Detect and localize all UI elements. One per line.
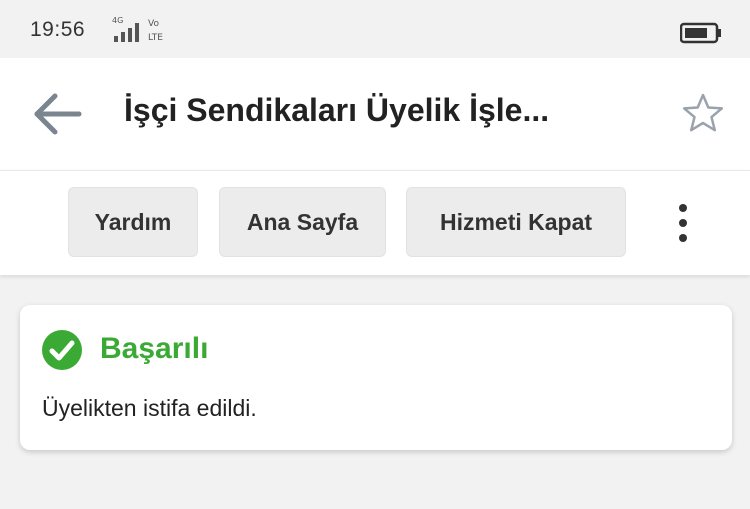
status-bar: 19:56 4G Vo LTE	[0, 0, 750, 58]
action-toolbar: Yardım Ana Sayfa Hizmeti Kapat	[0, 170, 750, 275]
svg-text:4G: 4G	[112, 16, 123, 25]
success-message: Üyelikten istifa edildi.	[42, 395, 257, 421]
home-button[interactable]: Ana Sayfa	[219, 187, 386, 257]
battery-icon	[680, 22, 721, 44]
page-title: İşçi Sendikaları Üyelik İşle...	[124, 92, 550, 128]
app-bar: İşçi Sendikaları Üyelik İşle...	[0, 58, 750, 170]
help-button[interactable]: Yardım	[68, 187, 198, 257]
signal-bars-icon: 4G Vo LTE	[112, 16, 163, 43]
status-time: 19:56	[30, 18, 86, 41]
network-type-label: LTE	[148, 33, 163, 43]
close-service-button[interactable]: Hizmeti Kapat	[406, 187, 626, 257]
check-circle-icon	[42, 330, 82, 370]
svg-text:Vo: Vo	[148, 19, 159, 29]
success-card: Başarılı Üyelikten istifa edildi.	[20, 305, 732, 450]
arrow-left-icon[interactable]	[32, 92, 82, 136]
star-outline-icon[interactable]	[682, 92, 724, 134]
success-title: Başarılı	[100, 332, 209, 365]
vertical-dots-icon[interactable]	[668, 201, 698, 245]
